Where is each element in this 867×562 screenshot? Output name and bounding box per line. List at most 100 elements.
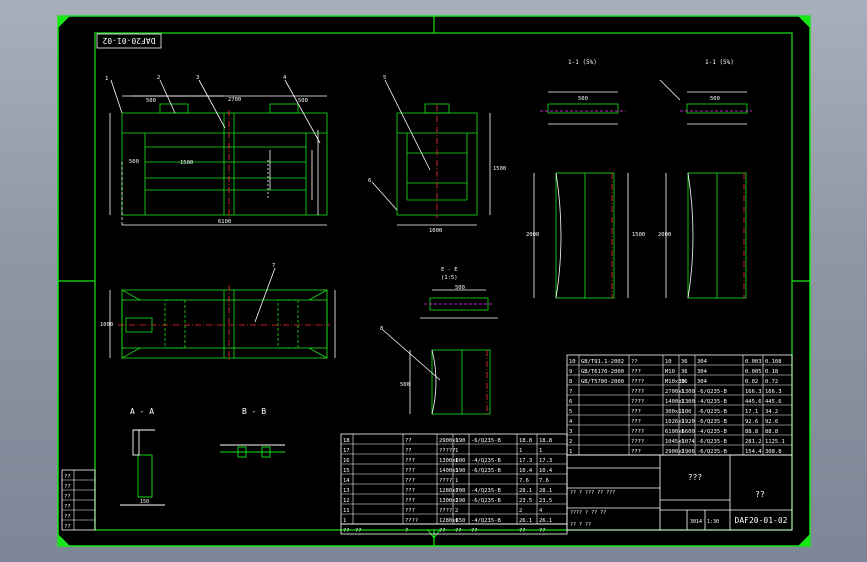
table-cell: 1: [681, 439, 684, 445]
svg-text:1500: 1500: [632, 232, 645, 238]
table-cell: 8: [569, 379, 572, 385]
table-cell: 9: [569, 369, 572, 375]
table-cell: 1: [455, 518, 458, 524]
table-cell: 2700x1300: [665, 389, 695, 395]
table-cell: 23.5: [539, 498, 552, 504]
table-header-cell: ?: [405, 528, 408, 534]
table-cell: 1: [455, 488, 458, 494]
table-cell: 0.72: [765, 379, 778, 385]
table-header-cell: ??: [539, 528, 546, 534]
svg-text:500: 500: [710, 96, 720, 102]
table-cell: 3: [569, 429, 572, 435]
table-cell: 304: [697, 359, 708, 365]
drawing-canvas: [58, 16, 810, 546]
table-cell: 26.1: [539, 518, 552, 524]
table-cell: 7.6: [539, 478, 549, 484]
table-cell: -6/Q235-B: [471, 498, 501, 504]
revision-cell: ??: [64, 524, 71, 530]
table-cell: 36: [681, 379, 688, 385]
table-cell: 1: [519, 448, 522, 454]
section-aa-title: A - A: [130, 407, 154, 416]
table-cell: ???: [631, 369, 641, 375]
table-cell: 88.8: [745, 429, 758, 435]
svg-text:2000: 2000: [526, 232, 539, 238]
table-cell: 1400x1300: [665, 399, 695, 405]
table-cell: 18: [343, 438, 350, 444]
section-bb-title: B - B: [242, 407, 266, 416]
table-cell: -6/Q235-B: [697, 409, 727, 415]
table-cell: 18.8: [539, 438, 552, 444]
table-cell: 1400x190: [439, 468, 466, 474]
svg-text:(1:5): (1:5): [441, 275, 458, 281]
table-cell: ????: [439, 478, 452, 484]
table-cell: 17.3: [519, 458, 532, 464]
table-cell: ????: [631, 399, 644, 405]
table-cell: -6/Q235-B: [697, 439, 727, 445]
table-cell: 5: [569, 409, 572, 415]
table-cell: 13: [343, 488, 350, 494]
table-cell: 92.6: [765, 419, 778, 425]
svg-text:7: 7: [272, 263, 275, 269]
table-cell: GB/T6170-2000: [581, 369, 624, 375]
table-cell: ????: [405, 518, 418, 524]
table-cell: 166.3: [745, 389, 762, 395]
table-header-cell: ??: [439, 528, 446, 534]
table-cell: ??: [631, 359, 638, 365]
table-cell: ???: [405, 488, 415, 494]
table-cell: 1026x1920: [665, 419, 695, 425]
table-cell: 10.4: [539, 468, 553, 474]
svg-text:???? ? ?? ??: ???? ? ?? ??: [570, 510, 606, 516]
table-cell: -4/Q235-B: [697, 399, 727, 405]
table-cell: 28.1: [539, 488, 552, 494]
table-cell: ?????: [439, 448, 456, 454]
table-cell: 1: [681, 449, 684, 455]
table-cell: 88.8: [765, 429, 778, 435]
table-cell: 2: [519, 508, 522, 514]
table-header-cell: ??: [455, 528, 462, 534]
table-cell: 1: [455, 468, 458, 474]
svg-text:8: 8: [380, 326, 383, 332]
cad-drawing-viewport[interactable]: DAF20-01-02 500 2700 500 6100 1 2 3 4 15…: [0, 0, 867, 562]
mirrored-drawing-number: DAF20-01-02: [96, 33, 162, 49]
svg-text:500: 500: [298, 98, 308, 104]
table-cell: 18.8: [519, 438, 532, 444]
table-cell: 304: [697, 369, 708, 375]
table-cell: M10: [665, 369, 675, 375]
svg-text:500: 500: [455, 285, 465, 291]
table-cell: -6/Q235-B: [697, 449, 727, 455]
table-cell: ????: [631, 389, 644, 395]
table-cell: ???: [405, 468, 415, 474]
table-cell: ???: [405, 498, 415, 504]
table-cell: ???: [631, 449, 641, 455]
table-cell: ???: [405, 508, 415, 514]
section-ii-title: 1-1 (5%): [705, 59, 734, 66]
table-cell: ???: [405, 478, 415, 484]
table-cell: 23.5: [519, 498, 532, 504]
table-cell: 1: [343, 518, 346, 524]
table-cell: 0.003: [745, 359, 762, 365]
table-cell: -6/Q235-B: [697, 389, 727, 395]
table-header-cell: ??: [343, 528, 350, 534]
table-cell: 10: [569, 359, 576, 365]
table-cell: -4/Q235-B: [697, 429, 727, 435]
table-cell: 36: [681, 359, 688, 365]
revision-cell: ??: [64, 504, 71, 510]
table-cell: ???: [631, 409, 641, 415]
table-cell: 11: [343, 508, 350, 514]
table-cell: 1300x600: [439, 458, 466, 464]
table-cell: 14: [343, 478, 350, 484]
svg-text:6100: 6100: [218, 219, 231, 225]
svg-text:500: 500: [400, 382, 410, 388]
table-header-cell: ??: [519, 528, 526, 534]
table-cell: GB/T91.1-2002: [581, 359, 624, 365]
svg-text:2700: 2700: [228, 97, 241, 103]
table-cell: 16: [343, 458, 350, 464]
table-cell: ????: [439, 508, 452, 514]
table-cell: 1280x700: [439, 488, 466, 494]
table-cell: 300x1100: [665, 409, 692, 415]
table-cell: 12: [343, 498, 350, 504]
table-cell: 17.1: [745, 409, 758, 415]
svg-text:3014: 3014: [690, 519, 702, 525]
table-cell: 7.6: [519, 478, 529, 484]
table-cell: 28.1: [519, 488, 532, 494]
